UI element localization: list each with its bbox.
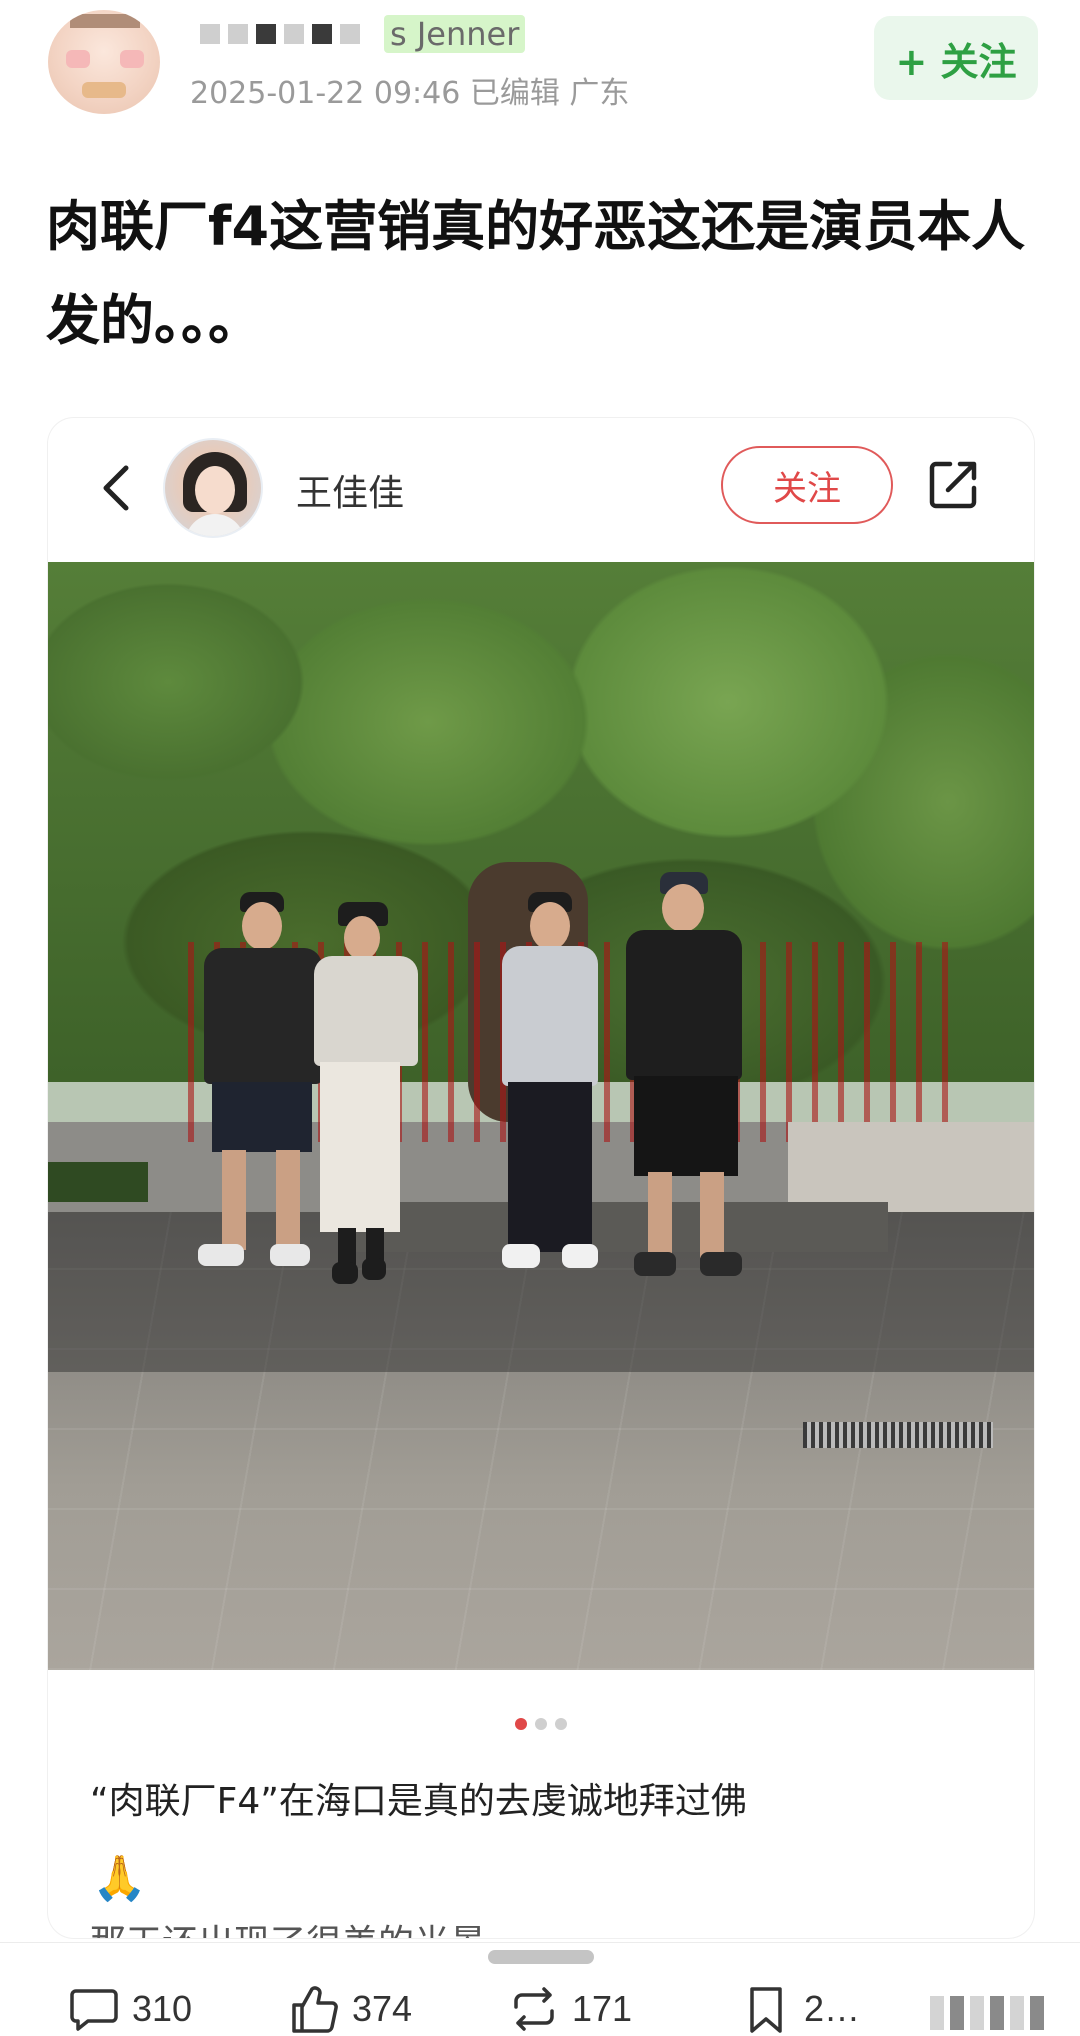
carousel-dot[interactable]: [555, 1718, 567, 1730]
carousel-dots[interactable]: [48, 1718, 1034, 1734]
blurred-corner: [930, 1990, 1070, 2036]
username[interactable]: s Jenner: [200, 12, 526, 56]
person-figure: [620, 872, 750, 1412]
home-indicator[interactable]: [488, 1950, 594, 1964]
pray-emoji: 🙏: [92, 1853, 147, 1904]
blurred-name-char: [228, 24, 248, 44]
person-figure: [308, 902, 428, 1422]
repost-count: 171: [572, 1988, 633, 2029]
author-avatar[interactable]: [163, 438, 263, 538]
author-name[interactable]: 王佳佳: [296, 464, 404, 516]
share-icon[interactable]: [926, 456, 982, 512]
repost-action[interactable]: 171: [506, 1982, 632, 2036]
blurred-name-char: [284, 24, 304, 44]
comment-action[interactable]: 310: [66, 1982, 192, 2036]
thumbs-up-icon: [292, 1986, 338, 2033]
carousel-dot[interactable]: [535, 1718, 547, 1730]
follow-button[interactable]: + 关注: [874, 16, 1038, 100]
carousel-dot[interactable]: [515, 1718, 527, 1730]
favorite-count: 2…: [804, 1988, 861, 2029]
username-text: s Jenner: [384, 15, 526, 53]
post-meta: 2025-01-22 09:46 已编辑 广东: [190, 76, 630, 111]
comment-icon: [70, 1989, 118, 2031]
follow-author-button[interactable]: 关注: [721, 446, 893, 524]
back-arrow-icon[interactable]: [88, 458, 148, 518]
caption-cutoff: 那天还出现了很美的光景: [90, 1918, 1010, 1938]
favorite-action[interactable]: 2…: [738, 1982, 860, 2036]
like-count: 374: [352, 1988, 413, 2029]
blurred-name-char: [256, 24, 276, 44]
post-header: s Jenner 2025-01-22 09:46 已编辑 广东 + 关注: [0, 0, 1080, 120]
post-photo[interactable]: [48, 562, 1034, 1670]
post-caption: “肉联厂F4”在海口是真的去虔诚地拜过佛: [90, 1781, 747, 1822]
person-figure: [492, 892, 612, 1412]
repost-icon: [514, 1987, 554, 2031]
like-action[interactable]: 374: [286, 1982, 412, 2036]
bookmark-icon: [750, 1987, 782, 2033]
blurred-name-char: [340, 24, 360, 44]
blurred-name-char: [312, 24, 332, 44]
embedded-post-card: 王佳佳 关注 “肉联厂F4”在海口是真的去虔诚地拜过佛 🙏: [48, 418, 1034, 1938]
card-header: 王佳佳 关注: [48, 418, 1034, 566]
comment-count: 310: [132, 1988, 193, 2029]
blurred-name-char: [200, 24, 220, 44]
avatar[interactable]: [48, 10, 160, 114]
post-title: 肉联厂f4这营销真的好恶这还是演员本人发的。。。: [46, 195, 1026, 352]
